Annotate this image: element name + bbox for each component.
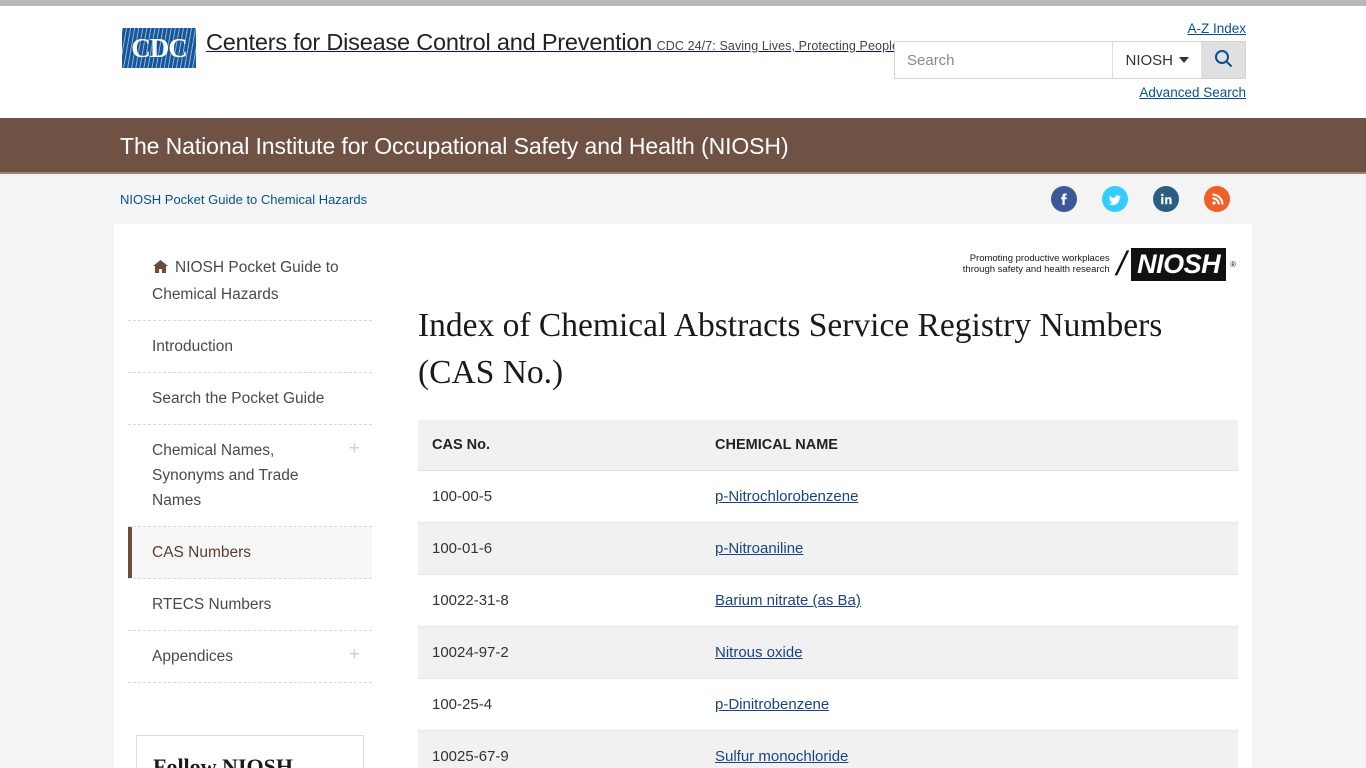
facebook-icon[interactable] bbox=[1051, 186, 1077, 212]
search-bar: NIOSH bbox=[894, 41, 1246, 79]
content-card: NIOSH Pocket Guide to Chemical Hazards I… bbox=[114, 224, 1252, 768]
advanced-search-link[interactable]: Advanced Search bbox=[1139, 85, 1246, 100]
search-icon bbox=[1214, 49, 1233, 71]
table-row: 10024-97-2 Nitrous oxide bbox=[418, 626, 1238, 679]
cdc-logo-letters: CDC bbox=[131, 33, 188, 63]
niosh-logo-tagline-line1: Promoting productive workplaces bbox=[969, 252, 1110, 264]
cell-cas-no: 10024-97-2 bbox=[418, 626, 701, 679]
chemical-link[interactable]: p-Dinitrobenzene bbox=[715, 696, 829, 713]
plus-icon[interactable]: + bbox=[349, 439, 360, 458]
sidebar-item-home[interactable]: NIOSH Pocket Guide to Chemical Hazards bbox=[128, 242, 372, 321]
sidebar-item-label: Introduction bbox=[152, 338, 233, 355]
niosh-logo-wordmark: NIOSH bbox=[1131, 247, 1227, 281]
column-header-cas-no: CAS No. bbox=[418, 420, 701, 471]
sidebar-item-introduction[interactable]: Introduction bbox=[128, 321, 372, 373]
cell-chemical-name: Sulfur monochloride bbox=[701, 730, 1238, 768]
chevron-down-icon bbox=[1179, 57, 1189, 63]
cell-chemical-name: Nitrous oxide bbox=[701, 626, 1238, 679]
niosh-banner-title: The National Institute for Occupational … bbox=[120, 132, 789, 159]
niosh-banner: The National Institute for Occupational … bbox=[0, 118, 1366, 174]
cdc-logo-mark: CDC bbox=[122, 28, 196, 68]
search-input[interactable] bbox=[895, 42, 1113, 78]
social-share-row bbox=[1051, 186, 1246, 212]
sidebar-item-label: CAS Numbers bbox=[152, 544, 252, 561]
cdc-title: Centers for Disease Control and Preventi… bbox=[206, 29, 653, 55]
table-row: 100-25-4 p-Dinitrobenzene bbox=[418, 678, 1238, 731]
syndicate-icon[interactable] bbox=[1204, 186, 1230, 212]
sidebar-item-appendices[interactable]: Appendices + bbox=[128, 631, 372, 683]
column-header-chemical-name: CHEMICAL NAME bbox=[701, 420, 1238, 471]
niosh-logo-tagline: Promoting productive workplaces through … bbox=[963, 253, 1110, 276]
table-head: CAS No. CHEMICAL NAME bbox=[418, 420, 1238, 471]
sidebar-item-label: RTECS Numbers bbox=[152, 596, 272, 613]
follow-niosh-title: Follow NIOSH bbox=[153, 754, 293, 768]
sidebar-item-chemical-names[interactable]: Chemical Names, Synonyms and Trade Names… bbox=[128, 425, 372, 527]
cell-cas-no: 100-25-4 bbox=[418, 678, 701, 731]
a-z-index-link[interactable]: A-Z Index bbox=[1187, 21, 1246, 36]
twitter-icon[interactable] bbox=[1102, 186, 1128, 212]
table-row: 10022-31-8 Barium nitrate (as Ba) bbox=[418, 574, 1238, 627]
sidebar-item-home-label: NIOSH Pocket Guide to Chemical Hazards bbox=[152, 259, 339, 303]
niosh-logo-slash: / bbox=[1112, 245, 1131, 283]
breadcrumb-bar: NIOSH Pocket Guide to Chemical Hazards bbox=[0, 174, 1366, 224]
follow-niosh-box: Follow NIOSH bbox=[136, 735, 364, 768]
cell-chemical-name: p-Nitroaniline bbox=[701, 522, 1238, 575]
search-submit-button[interactable] bbox=[1201, 42, 1245, 78]
cell-cas-no: 100-00-5 bbox=[418, 470, 701, 523]
search-cluster: A-Z Index NIOSH Advanced Search bbox=[894, 20, 1246, 102]
chemical-link[interactable]: Barium nitrate (as Ba) bbox=[715, 592, 861, 609]
chemical-link[interactable]: Sulfur monochloride bbox=[715, 748, 848, 765]
cell-chemical-name: p-Nitrochlorobenzene bbox=[701, 470, 1238, 523]
cell-cas-no: 100-01-6 bbox=[418, 522, 701, 575]
home-icon bbox=[152, 257, 169, 282]
sidebar-item-label: Chemical Names, Synonyms and Trade Names bbox=[152, 442, 299, 509]
niosh-logo-tagline-line2: through safety and health research bbox=[962, 264, 1110, 275]
main-content: Promoting productive workplaces through … bbox=[386, 242, 1252, 768]
search-scope-dropdown[interactable]: NIOSH bbox=[1112, 42, 1201, 78]
plus-icon[interactable]: + bbox=[349, 645, 360, 664]
cdc-tagline: CDC 24/7: Saving Lives, Protecting Peopl… bbox=[656, 39, 912, 53]
site-masthead: CDC Centers for Disease Control and Prev… bbox=[0, 6, 1366, 118]
table-header-row: CAS No. CHEMICAL NAME bbox=[418, 420, 1238, 471]
cas-index-table: CAS No. CHEMICAL NAME 100-00-5 p-Nitroch… bbox=[418, 420, 1238, 768]
sidebar-item-rtecs-numbers[interactable]: RTECS Numbers bbox=[128, 579, 372, 631]
chemical-link[interactable]: p-Nitroaniline bbox=[715, 540, 803, 557]
breadcrumb[interactable]: NIOSH Pocket Guide to Chemical Hazards bbox=[120, 192, 367, 207]
page-title: Index of Chemical Abstracts Service Regi… bbox=[418, 307, 1163, 391]
cell-cas-no: 10022-31-8 bbox=[418, 574, 701, 627]
cell-cas-no: 10025-67-9 bbox=[418, 730, 701, 768]
sidebar-item-search-pocket-guide[interactable]: Search the Pocket Guide bbox=[128, 373, 372, 425]
cell-chemical-name: Barium nitrate (as Ba) bbox=[701, 574, 1238, 627]
sidebar-item-cas-numbers[interactable]: CAS Numbers bbox=[128, 527, 372, 579]
cdc-logo-link[interactable]: CDC Centers for Disease Control and Prev… bbox=[122, 28, 912, 68]
search-scope-label: NIOSH bbox=[1125, 51, 1173, 69]
sidebar-item-label: Appendices bbox=[152, 648, 234, 665]
sidebar-nav: NIOSH Pocket Guide to Chemical Hazards I… bbox=[114, 242, 386, 768]
chemical-link[interactable]: p-Nitrochlorobenzene bbox=[715, 488, 858, 505]
table-row: 100-01-6 p-Nitroaniline bbox=[418, 522, 1238, 575]
chemical-link[interactable]: Nitrous oxide bbox=[715, 644, 803, 661]
sidebar-item-label: Search the Pocket Guide bbox=[152, 390, 325, 407]
table-body: 100-00-5 p-Nitrochlorobenzene 100-01-6 p… bbox=[418, 470, 1238, 768]
cell-chemical-name: p-Dinitrobenzene bbox=[701, 678, 1238, 731]
niosh-logo: Promoting productive workplaces through … bbox=[418, 242, 1238, 286]
table-row: 100-00-5 p-Nitrochlorobenzene bbox=[418, 470, 1238, 523]
linkedin-icon[interactable] bbox=[1153, 186, 1179, 212]
table-row: 10025-67-9 Sulfur monochloride bbox=[418, 730, 1238, 768]
niosh-logo-registered-mark: ® bbox=[1230, 259, 1236, 269]
